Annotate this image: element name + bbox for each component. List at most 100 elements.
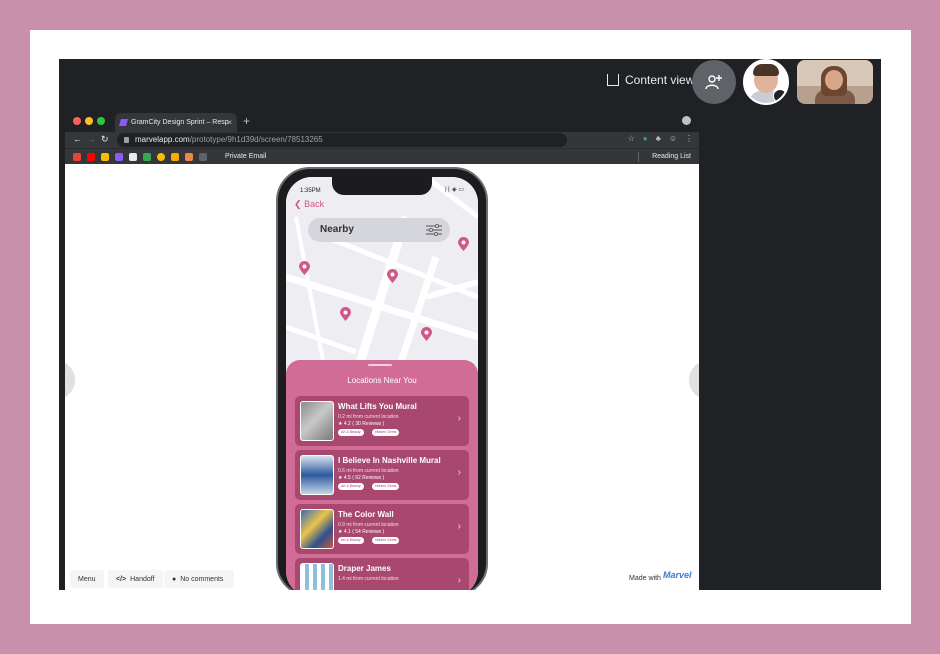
- meeting-window: Content view ⌄: [59, 59, 881, 590]
- map-pin-icon[interactable]: [299, 261, 310, 275]
- phone-frame: 1:35PM ∣∣ ◈ ▭ ❮ Back Nearby Locations Ne…: [276, 167, 488, 590]
- filter-sliders-icon[interactable]: [426, 224, 442, 236]
- handoff-button[interactable]: </> Handoff: [108, 570, 163, 588]
- location-thumbnail: [300, 509, 334, 549]
- back-arrow-icon[interactable]: ←: [73, 134, 82, 144]
- marvel-favicon-icon: [119, 119, 128, 126]
- pin-icon[interactable]: [773, 89, 787, 103]
- bookmarks-divider: [638, 152, 639, 162]
- location-card[interactable]: Draper James 1.4 mi from current locatio…: [295, 558, 469, 590]
- search-input[interactable]: Nearby: [308, 218, 450, 242]
- browser-toolbar-icons: ☆ ● ♣ ☺ ⋮: [628, 134, 693, 143]
- comments-button[interactable]: ● No comments: [164, 570, 234, 588]
- more-menu-icon[interactable]: ⋮: [685, 134, 693, 143]
- browser-tab[interactable]: GramCity Design Sprint – Resp ×: [115, 113, 237, 132]
- reading-list-button[interactable]: Reading List: [652, 153, 691, 160]
- location-rating: ★ 4.1 ( 54 Reviews ): [338, 529, 385, 535]
- location-thumbnail: [300, 401, 334, 441]
- location-rating: ★ 4.5 ( 62 Reviews ): [338, 475, 385, 481]
- participant-avatar[interactable]: [743, 59, 789, 105]
- new-tab-icon[interactable]: +: [243, 114, 250, 128]
- location-card[interactable]: I Believe In Nashville Mural 0.6 mi from…: [295, 450, 469, 500]
- comment-icon: ●: [172, 575, 177, 583]
- locations-sheet[interactable]: Locations Near You What Lifts You Mural …: [286, 360, 478, 590]
- location-title: Draper James: [338, 564, 391, 573]
- location-tag: Hidden Gems: [372, 429, 400, 436]
- location-tag: Art & Beauty: [338, 483, 364, 490]
- close-tab-icon[interactable]: ×: [227, 118, 232, 127]
- location-thumbnail: [300, 563, 334, 590]
- marvel-logo[interactable]: Marvel: [663, 570, 692, 580]
- location-card[interactable]: The Color Wall 0.9 mi from current locat…: [295, 504, 469, 554]
- add-person-icon: [705, 75, 722, 90]
- location-tag: Art & Beauty: [338, 429, 364, 436]
- sheet-drag-handle[interactable]: [368, 364, 392, 366]
- lock-icon: [124, 137, 129, 143]
- extension-puzzle-icon[interactable]: ♣: [656, 134, 661, 143]
- vue-icon[interactable]: [143, 153, 151, 161]
- figma-icon[interactable]: [115, 153, 123, 161]
- keep-icon[interactable]: [101, 153, 109, 161]
- meeting-top-bar: Content view ⌄: [59, 59, 881, 107]
- previous-screen-button[interactable]: [65, 360, 75, 400]
- next-screen-button[interactable]: [689, 360, 699, 400]
- chevron-left-icon: ❮: [294, 199, 302, 209]
- analytics-icon[interactable]: [171, 153, 179, 161]
- map-pin-icon[interactable]: [458, 237, 469, 251]
- comments-label: No comments: [180, 575, 224, 583]
- chevron-right-icon: ›: [457, 413, 461, 424]
- tab-search-icon[interactable]: [682, 116, 691, 125]
- tab-title: GramCity Design Sprint – Resp: [131, 119, 229, 126]
- url-path: /prototype/9h1d39d/screen/78513265: [189, 135, 323, 144]
- url-field[interactable]: marvelapp.com/prototype/9h1d39d/screen/7…: [117, 133, 567, 147]
- bookmark-app-icon[interactable]: [185, 153, 193, 161]
- app-screen: 1:35PM ∣∣ ◈ ▭ ❮ Back Nearby Locations Ne…: [286, 177, 478, 590]
- bookmarks-bar: Private Email Reading List: [65, 148, 699, 164]
- location-rating: ★ 4.2 ( 30 Reviews ): [338, 421, 385, 427]
- map-pin-icon[interactable]: [387, 269, 398, 283]
- map-pin-icon[interactable]: [340, 307, 351, 321]
- location-tag: Hidden Gems: [372, 483, 400, 490]
- close-window-icon[interactable]: [73, 117, 81, 125]
- sheet-title: Locations Near You: [347, 376, 417, 385]
- shared-browser-window: GramCity Design Sprint – Resp × + ← → ↻ …: [65, 110, 699, 590]
- maximize-window-icon[interactable]: [97, 117, 105, 125]
- bookmark-private-email[interactable]: Private Email: [225, 153, 266, 160]
- minimize-window-icon[interactable]: [85, 117, 93, 125]
- chevron-right-icon: ›: [457, 521, 461, 532]
- made-with-label: Made with: [629, 575, 661, 582]
- bookmark-dash-icon[interactable]: [199, 153, 207, 161]
- forward-arrow-icon[interactable]: →: [87, 134, 96, 144]
- add-people-button[interactable]: [692, 60, 736, 104]
- location-title: The Color Wall: [338, 510, 394, 519]
- extension-icon[interactable]: ●: [643, 134, 648, 143]
- chevron-right-icon: ›: [457, 467, 461, 478]
- location-card[interactable]: What Lifts You Mural 0.2 mi from current…: [295, 396, 469, 446]
- location-title: What Lifts You Mural: [338, 402, 417, 411]
- participant-video-tile[interactable]: [797, 60, 873, 104]
- content-view-label: Content view: [625, 73, 695, 87]
- location-distance: 0.6 mi from current location: [338, 468, 399, 474]
- location-title: I Believe In Nashville Mural: [338, 456, 441, 465]
- reload-icon[interactable]: ↻: [101, 134, 109, 145]
- status-icons: ∣∣ ◈ ▭: [444, 187, 464, 193]
- status-time: 1:35PM: [300, 188, 321, 194]
- chrome-icon[interactable]: [157, 153, 165, 161]
- content-view-icon: [607, 74, 619, 86]
- youtube-icon[interactable]: [87, 153, 95, 161]
- code-icon: </>: [116, 575, 127, 583]
- phone-notch: [332, 177, 432, 195]
- map-pin-icon[interactable]: [421, 327, 432, 341]
- gmail-icon[interactable]: [73, 153, 81, 161]
- menu-button[interactable]: Menu: [70, 570, 104, 588]
- chevron-right-icon: ›: [457, 575, 461, 586]
- location-tag: Art & Beauty: [338, 537, 364, 544]
- profile-icon[interactable]: ☺: [669, 134, 677, 143]
- bookmark-star-icon[interactable]: ☆: [628, 134, 635, 143]
- video-person-head: [825, 70, 843, 90]
- github-icon[interactable]: [129, 153, 137, 161]
- avatar-hair: [753, 64, 779, 76]
- location-thumbnail: [300, 455, 334, 495]
- back-button[interactable]: ❮ Back: [294, 199, 324, 210]
- url-host: marvelapp.com: [135, 135, 190, 144]
